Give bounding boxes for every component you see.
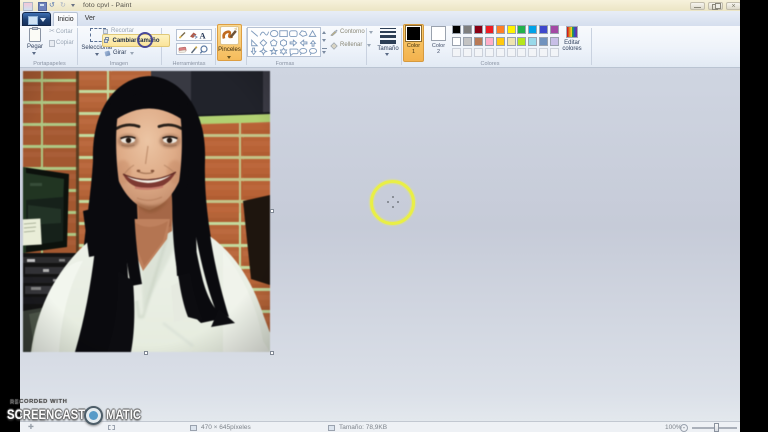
- svg-text:A: A: [200, 31, 207, 41]
